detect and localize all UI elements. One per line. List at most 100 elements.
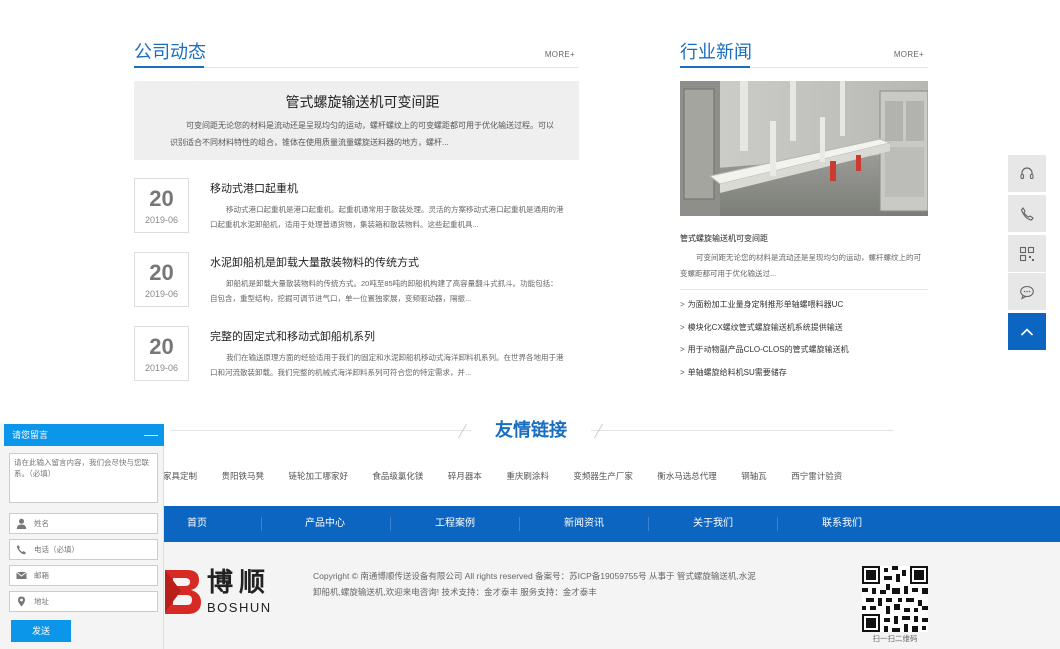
featured-article[interactable]: 管式螺旋输送机可变间距 可变间距无论您的材料是流动还是呈现均匀的运动，螺杆螺纹上… (134, 81, 579, 160)
user-icon (16, 518, 27, 529)
friendly-link[interactable]: 变频器生产厂家 (573, 470, 633, 482)
news-item-title[interactable]: 水泥卸船机是卸载大量散装物料的传统方式 (210, 256, 419, 270)
friendly-link[interactable]: 链轮加工哪家好 (288, 470, 348, 482)
date-day: 20 (149, 186, 174, 211)
industry-news-photo[interactable] (680, 81, 928, 216)
email-input[interactable] (34, 568, 152, 583)
title-underline (134, 66, 204, 68)
envelope-icon (16, 571, 27, 579)
message-widget: 请您留言 — 发送 (0, 424, 164, 649)
email-field[interactable] (9, 565, 158, 586)
date-year-month: 2019-06 (144, 215, 179, 225)
list-item[interactable]: > 模块化CX螺纹管式螺旋输送机系统提供输送 (680, 322, 928, 345)
nav-separator (261, 517, 262, 531)
industry-news-header: 行业新闻 MORE+ (680, 40, 928, 68)
date-day: 20 (149, 260, 174, 285)
logo-english-name: BOSHUN (207, 600, 272, 615)
nav-separator (390, 517, 391, 531)
back-to-top-button[interactable] (1008, 313, 1046, 350)
factory-conveyor-image (680, 81, 928, 216)
featured-article-title[interactable]: 管式螺旋输送机可变间距 (170, 91, 555, 113)
nav-item-news[interactable]: 新闻资讯 (564, 506, 604, 542)
chevron-right-icon: > (680, 322, 685, 332)
friendly-link[interactable]: 钢轴瓦 (741, 470, 767, 482)
industry-news-list: > 为面粉加工业量身定制推形单轴螺喂料器UC > 模块化CX螺纹管式螺旋输送机系统提… (680, 299, 928, 389)
copyright-text: Copyright © 南通博顺传送设备有限公司 All rights rese… (313, 571, 756, 597)
friendly-link[interactable]: 食品级氯化镁 (372, 470, 423, 482)
news-item-desc: 移动式港口起重机是港口起重机。起重机通常用于散装处理。灵活的方案移动式港口起重机… (210, 205, 564, 229)
friendly-link[interactable]: 家具定制 (163, 470, 197, 482)
date-box: 20 2019-06 (134, 252, 189, 307)
phone-icon (1020, 206, 1034, 221)
phone-input[interactable] (34, 542, 152, 557)
phone-button[interactable] (1008, 195, 1046, 232)
footer-nav-bar: 首页 产品中心 工程案例 新闻资讯 关于我们 联系我们 (134, 506, 1060, 542)
phone-icon (16, 545, 26, 555)
divider (680, 289, 928, 290)
qrcode-icon (1019, 246, 1035, 261)
qrcode-button[interactable] (1008, 235, 1046, 272)
news-item[interactable]: 20 2019-06 完整的固定式和移动式卸船机系列 我们在输送原理方面的经验适… (134, 326, 579, 382)
news-item[interactable]: 20 2019-06 移动式港口起重机 移动式港口起重机是港口起重机。起重机通常… (134, 178, 579, 234)
friendly-link[interactable]: 西宁雷计验资 (791, 470, 842, 482)
list-item[interactable]: > 用于动物副产品CLO-CLOS的管式螺旋输送机 (680, 344, 928, 367)
date-year-month: 2019-06 (144, 363, 179, 373)
qrcode-caption: 扫一扫二维码 (872, 634, 918, 643)
name-field[interactable] (9, 513, 158, 534)
nav-item-products[interactable]: 产品中心 (305, 506, 345, 542)
title-underline (680, 66, 750, 68)
decorative-slash (594, 423, 603, 439)
friendly-link[interactable]: 衡水马选总代理 (657, 470, 717, 482)
industry-feature-desc: 可变间距无论您的材料是流动还是呈现均匀的运动，螺杆螺纹上的可变螺距都可用于优化输… (680, 253, 921, 278)
links-title: 友情链接 (471, 417, 591, 443)
phone-field[interactable] (9, 539, 158, 560)
list-item[interactable]: > 单轴螺旋给料机SU需要储存 (680, 367, 928, 390)
company-news-more-link[interactable]: MORE+ (545, 50, 575, 59)
news-item-desc: 我们在输送原理方面的经验适用于我们的固定和水泥卸船机移动式海洋卸料机系列。在世界… (210, 353, 564, 377)
nav-item-cases[interactable]: 工程案例 (435, 506, 475, 542)
list-item-label: 模块化CX螺纹管式螺旋输送机系统提供输送 (687, 322, 843, 332)
friendly-link[interactable]: 碎月器本 (448, 470, 482, 482)
friendly-links: 家具定制 贵阳铁马凳 链轮加工哪家好 食品级氯化镁 碎月器本 重庆刷涂料 变频器… (163, 466, 943, 482)
chat-icon (1020, 285, 1034, 300)
location-pin-icon (18, 596, 25, 607)
nav-separator (519, 517, 520, 531)
message-textarea[interactable] (9, 453, 158, 503)
news-item-desc: 卸船机是卸载大量散装物料的传统方式。20吨至85吨的卸船机构建了高容量翻斗式抓斗… (210, 279, 558, 303)
nav-separator (777, 517, 778, 531)
customer-service-button[interactable] (1008, 155, 1046, 192)
address-input[interactable] (34, 594, 152, 609)
news-item-title[interactable]: 移动式港口起重机 (210, 182, 298, 196)
nav-item-about[interactable]: 关于我们 (693, 506, 733, 542)
name-input[interactable] (34, 516, 152, 531)
qrcode-image (862, 566, 928, 632)
message-button[interactable] (1008, 273, 1046, 310)
links-header: 友情链接 (134, 417, 928, 445)
list-item-label: 单轴螺旋给料机SU需要储存 (687, 367, 787, 377)
list-item-label: 用于动物副产品CLO-CLOS的管式螺旋输送机 (687, 345, 849, 354)
nav-item-home[interactable]: 首页 (187, 506, 207, 542)
logo-chinese-name: 博顺 (207, 567, 272, 597)
send-button[interactable]: 发送 (11, 620, 71, 642)
industry-news-more-link[interactable]: MORE+ (894, 50, 924, 59)
minimize-button[interactable]: — (144, 424, 158, 444)
list-item-label: 为面粉加工业量身定制推形单轴螺喂料器UC (687, 300, 844, 309)
date-year-month: 2019-06 (144, 289, 179, 299)
company-news-title: 公司动态 (134, 42, 206, 62)
message-widget-header: 请您留言 — (4, 424, 164, 446)
list-item[interactable]: > 为面粉加工业量身定制推形单轴螺喂料器UC (680, 299, 928, 322)
news-item[interactable]: 20 2019-06 水泥卸船机是卸载大量散装物料的传统方式 卸船机是卸载大量散… (134, 252, 579, 308)
company-logo[interactable]: 博顺 BOSHUN (163, 566, 293, 618)
friendly-link[interactable]: 重庆刷涂料 (506, 470, 549, 482)
nav-separator (648, 517, 649, 531)
date-day: 20 (149, 334, 174, 359)
industry-feature-title[interactable]: 管式螺旋输送机可变间距 (680, 233, 768, 244)
address-field[interactable] (9, 591, 158, 612)
company-news-header: 公司动态 MORE+ (134, 40, 579, 68)
news-item-title[interactable]: 完整的固定式和移动式卸船机系列 (210, 330, 375, 344)
boshun-logo-mark (165, 570, 201, 614)
back-to-top-icon (1020, 327, 1034, 336)
nav-item-contact[interactable]: 联系我们 (822, 506, 862, 542)
friendly-link[interactable]: 贵阳铁马凳 (221, 470, 264, 482)
industry-news-title: 行业新闻 (680, 42, 752, 62)
